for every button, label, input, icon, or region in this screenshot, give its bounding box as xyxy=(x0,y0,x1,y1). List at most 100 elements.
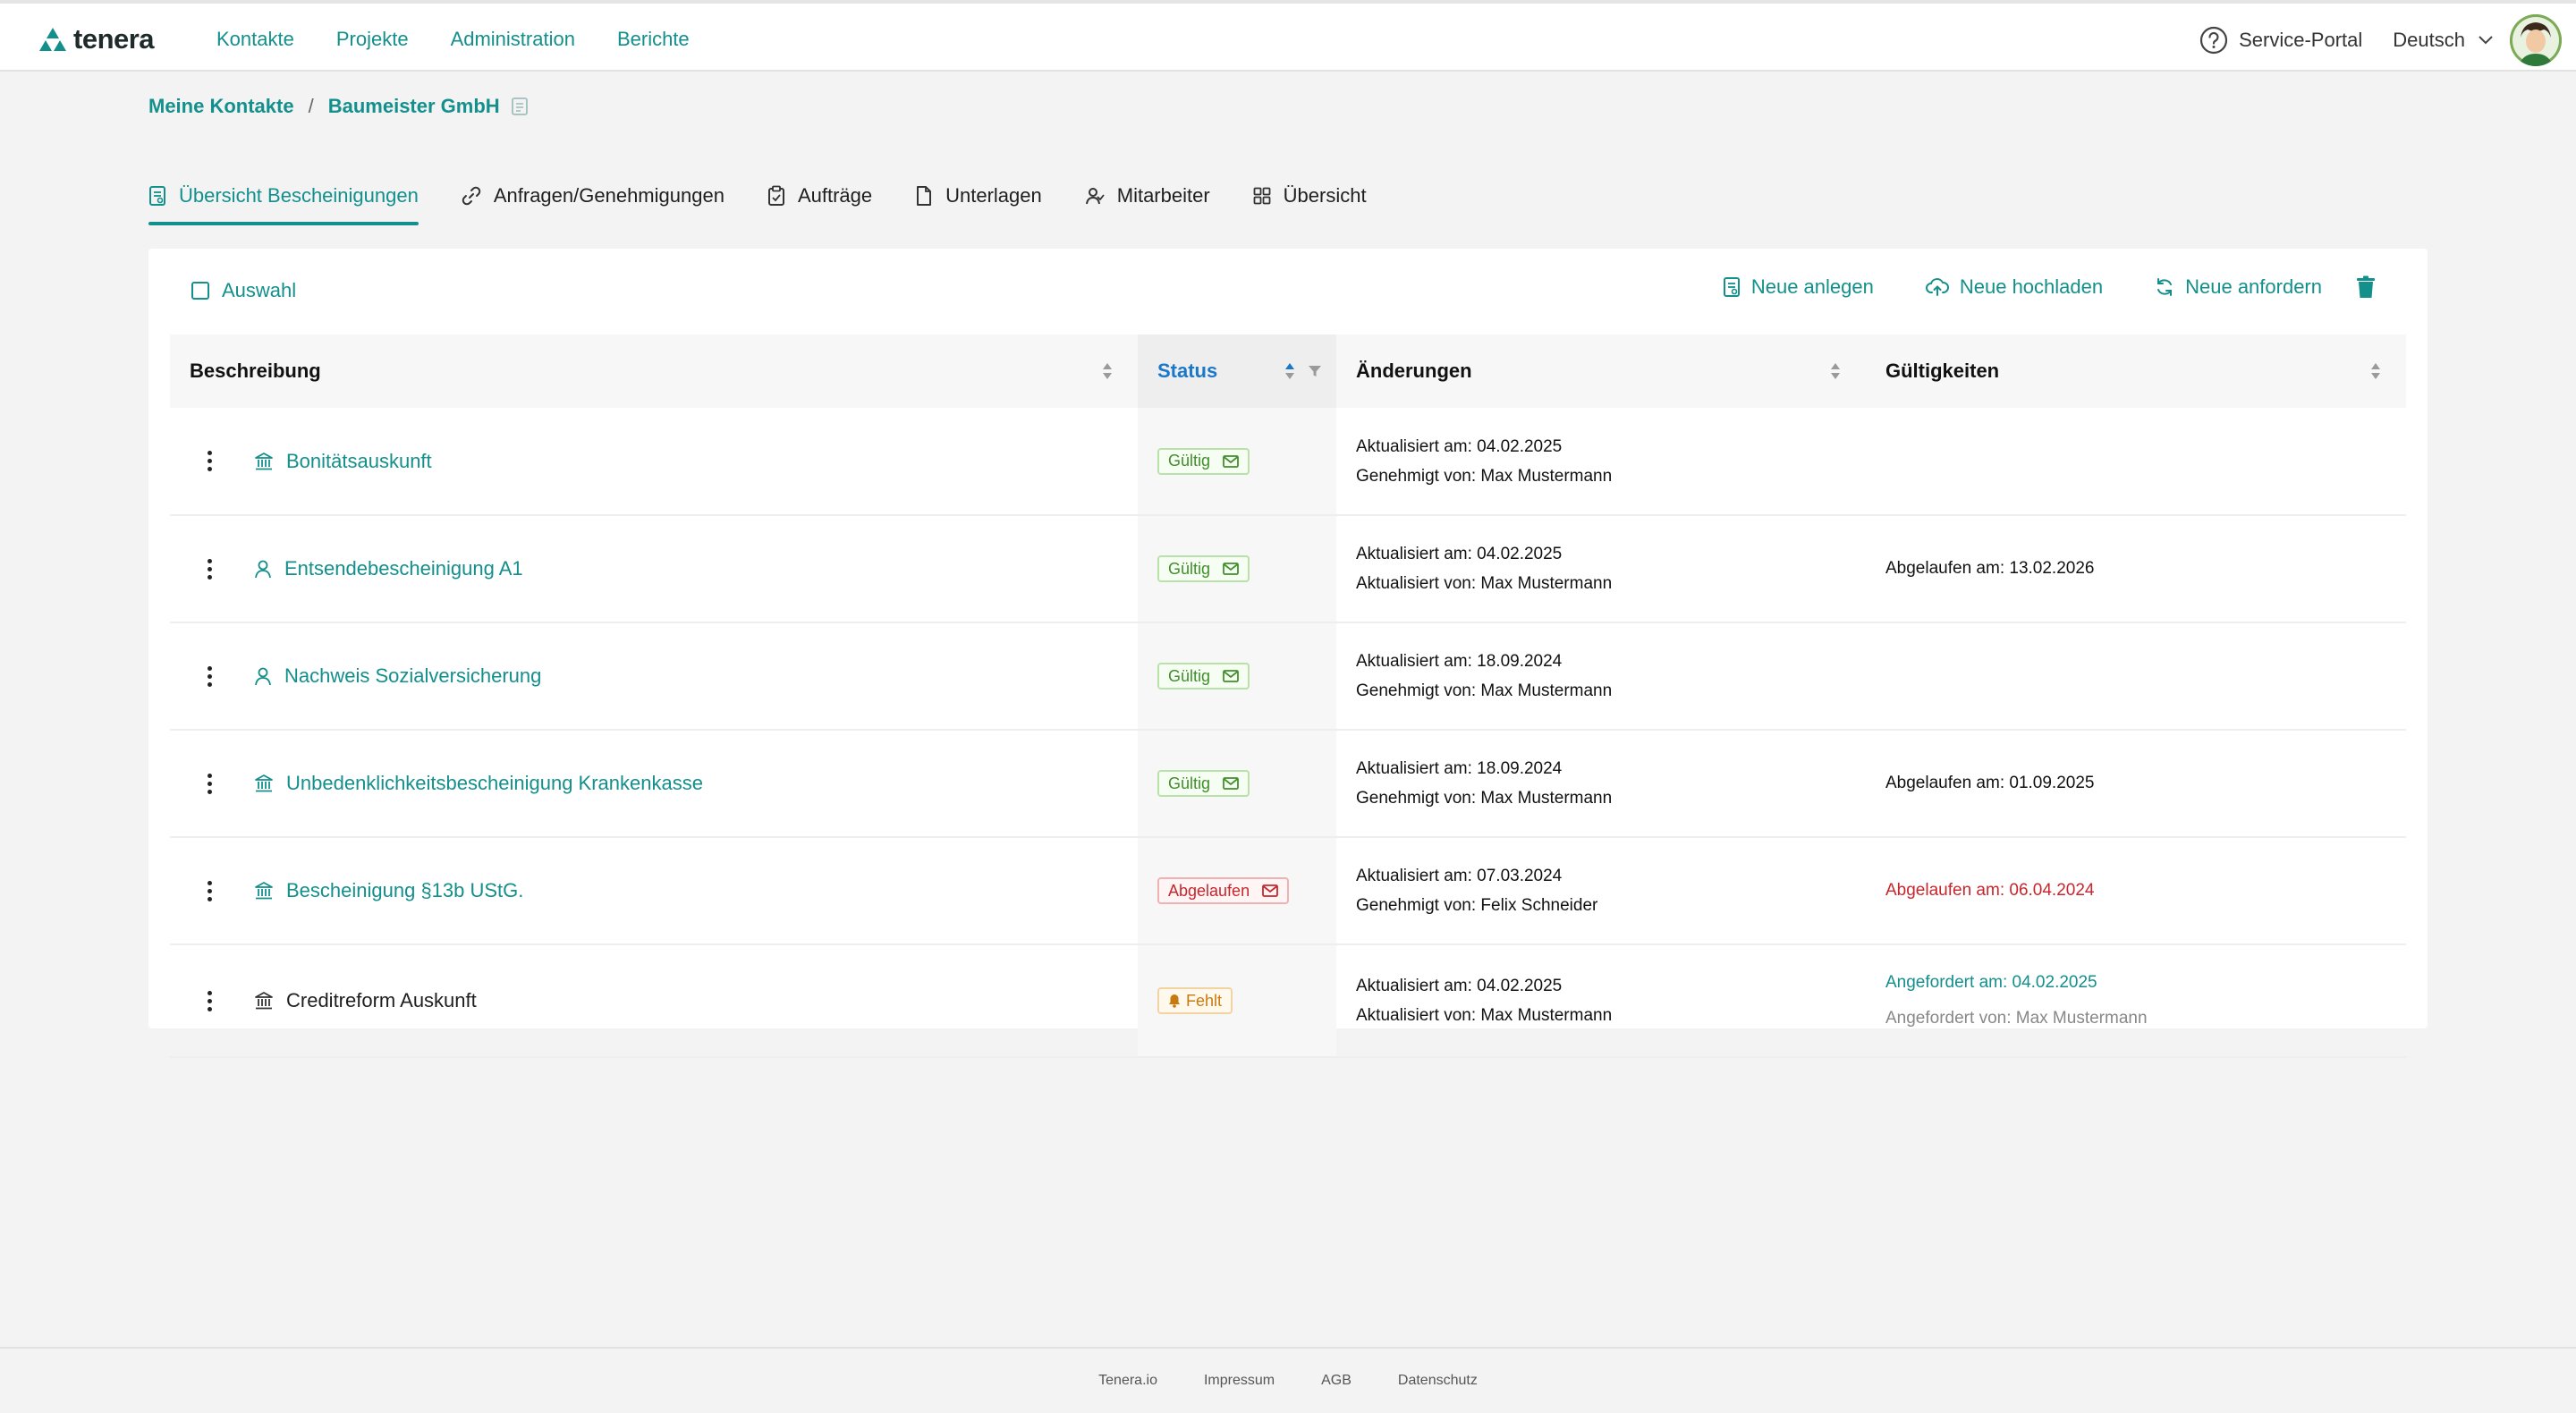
tab-auftraege[interactable]: Aufträge xyxy=(767,177,872,215)
cell-status: Gültig xyxy=(1138,730,1336,838)
status-badge: Abgelaufen xyxy=(1157,877,1290,904)
cell-changes: Aktualisiert am: 04.02.2025 Genehmigt von… xyxy=(1336,408,1866,516)
cell-changes: Aktualisiert am: 18.09.2024 Genehmigt von… xyxy=(1336,622,1866,731)
validity-line: Abgelaufen am: 01.09.2025 xyxy=(1885,774,2095,792)
row-menu-button[interactable] xyxy=(206,990,213,1011)
row-menu-button[interactable] xyxy=(206,880,213,901)
language-select[interactable]: Deutsch xyxy=(2393,29,2494,52)
footer-link-impressum[interactable]: Impressum xyxy=(1204,1373,1275,1389)
row-menu-button[interactable] xyxy=(206,451,213,471)
column-header-label: Status xyxy=(1157,360,1218,382)
nav-kontakte[interactable]: Kontakte xyxy=(216,23,294,55)
new-upload-button[interactable]: Neue hochladen xyxy=(1925,275,2104,299)
tab-uebersicht-bescheinigungen[interactable]: Übersicht Bescheinigungen xyxy=(148,177,419,225)
company-detail-icon[interactable] xyxy=(511,97,529,116)
toolbar-actions: Neue anlegen Neue hochladen Neue anforde… xyxy=(1671,275,2376,299)
cell-validity xyxy=(1866,408,2406,516)
table-row[interactable]: Entsendebescheinigung A1 Gültig Aktualisie… xyxy=(170,515,2406,623)
breadcrumb-current[interactable]: Baumeister GmbH xyxy=(328,95,500,118)
certificate-add-icon xyxy=(1723,277,1740,297)
user-avatar[interactable] xyxy=(2510,14,2562,66)
change-line: Aktualisiert am: 18.09.2024 xyxy=(1356,652,1563,671)
sort-icon[interactable] xyxy=(2370,361,2381,381)
tab-label: Mitarbeiter xyxy=(1116,184,1210,207)
trash-icon xyxy=(2357,275,2375,298)
nav-berichte[interactable]: Berichte xyxy=(617,23,690,55)
footer-link-agb[interactable]: AGB xyxy=(1321,1373,1352,1389)
certificate-link[interactable]: Unbedenklichkeitsbescheinigung Krankenka… xyxy=(286,772,703,795)
filter-icon[interactable] xyxy=(1308,364,1322,378)
row-menu-button[interactable] xyxy=(206,665,213,687)
change-line: Aktualisiert am: 04.02.2025 xyxy=(1356,436,1563,456)
new-request-label: Neue anfordern xyxy=(2185,275,2322,298)
certificate-link[interactable]: Nachweis Sozialversicherung xyxy=(284,664,541,688)
mail-icon[interactable] xyxy=(1223,777,1239,790)
chevron-down-icon xyxy=(2479,36,2493,45)
tab-label: Übersicht xyxy=(1283,184,1367,207)
nav-projekte[interactable]: Projekte xyxy=(336,23,409,55)
certificate-link[interactable]: Entsendebescheinigung A1 xyxy=(284,557,523,580)
row-menu-button[interactable] xyxy=(206,558,213,580)
certificate-link[interactable]: Bonitätsauskunft xyxy=(286,450,432,473)
cell-validity: Abgelaufen am: 06.04.2024 xyxy=(1866,837,2406,945)
validity-line: Abgelaufen am: 13.02.2026 xyxy=(1885,559,2095,578)
validity-line: Angefordert am: 04.02.2025 xyxy=(1885,973,2097,992)
table-row[interactable]: Bescheinigung §13b UStG. Abgelaufen Aktual… xyxy=(170,837,2406,945)
sort-icon[interactable] xyxy=(1102,361,1113,381)
table-row[interactable]: Bonitätsauskunft Gültig Aktualisiert am: 0… xyxy=(170,408,2406,516)
tenera-logo[interactable]: tenera xyxy=(39,23,155,55)
tab-anfragen-genehmigungen[interactable]: Anfragen/Genehmigungen xyxy=(462,177,724,215)
certificate-link[interactable]: Creditreform Auskunft xyxy=(286,989,477,1012)
refresh-icon xyxy=(2157,278,2173,296)
breadcrumb: Meine Kontakte / Baumeister GmbH xyxy=(148,95,529,118)
nav-administration[interactable]: Administration xyxy=(451,23,575,55)
new-create-button[interactable]: Neue anlegen xyxy=(1723,275,1874,299)
column-header-status[interactable]: Status xyxy=(1138,334,1336,408)
top-bar: tenera Kontakte Projekte Administration … xyxy=(0,0,2576,72)
footer-link-tenera[interactable]: Tenera.io xyxy=(1098,1373,1157,1389)
mail-icon[interactable] xyxy=(1223,454,1239,468)
certificate-link[interactable]: Bescheinigung §13b UStG. xyxy=(286,879,523,902)
table-row[interactable]: Nachweis Sozialversicherung Gültig Aktuali… xyxy=(170,622,2406,731)
footer-link-datenschutz[interactable]: Datenschutz xyxy=(1398,1373,1478,1389)
new-upload-label: Neue hochladen xyxy=(1959,275,2104,298)
mail-icon[interactable] xyxy=(1223,563,1239,575)
sort-active-icon[interactable] xyxy=(1284,361,1295,381)
document-icon xyxy=(917,186,932,206)
breadcrumb-root[interactable]: Meine Kontakte xyxy=(148,95,294,118)
column-header-beschreibung[interactable]: Beschreibung xyxy=(170,334,1138,408)
mail-icon[interactable] xyxy=(1223,670,1239,682)
validity-line: Abgelaufen am: 06.04.2024 xyxy=(1885,881,2095,900)
table-row[interactable]: Unbedenklichkeitsbescheinigung Krankenka… xyxy=(170,730,2406,838)
sort-icon[interactable] xyxy=(1830,361,1841,381)
status-badge: Fehlt xyxy=(1157,987,1233,1014)
cell-changes: Aktualisiert am: 18.09.2024 Genehmigt von… xyxy=(1336,730,1866,838)
select-all-checkbox[interactable] xyxy=(191,282,209,300)
mail-icon[interactable] xyxy=(1262,884,1278,897)
tab-label: Anfragen/Genehmigungen xyxy=(493,184,724,207)
tab-mitarbeiter[interactable]: Mitarbeiter xyxy=(1085,177,1210,215)
row-menu-button[interactable] xyxy=(206,773,213,794)
bank-icon xyxy=(255,992,273,1010)
cell-description: Bonitätsauskunft xyxy=(170,408,1138,516)
select-all-toggle[interactable]: Auswahl xyxy=(191,279,296,302)
new-request-button[interactable]: Neue anfordern xyxy=(2155,275,2322,299)
breadcrumb-separator: / xyxy=(308,95,314,117)
footer: Tenera.io Impressum AGB Datenschutz xyxy=(0,1347,2576,1413)
column-header-aenderungen[interactable]: Änderungen xyxy=(1336,334,1866,408)
tab-uebersicht[interactable]: Übersicht xyxy=(1253,177,1367,215)
change-line: Aktualisiert von: Max Mustermann xyxy=(1356,1006,1613,1025)
cell-changes: Aktualisiert am: 04.02.2025 Aktualisiert … xyxy=(1336,515,1866,623)
tab-label: Aufträge xyxy=(797,184,873,207)
column-header-gueltigkeiten[interactable]: Gültigkeiten xyxy=(1866,334,2406,408)
tab-unterlagen[interactable]: Unterlagen xyxy=(915,177,1042,215)
delete-button[interactable] xyxy=(2356,275,2376,299)
table-row[interactable]: Creditreform Auskunft Fehlt Aktualisiert a… xyxy=(170,944,2406,1058)
clipboard-icon xyxy=(767,185,784,206)
service-portal-link[interactable]: Service-Portal xyxy=(2199,26,2362,55)
validity-line: Angefordert von: Max Mustermann xyxy=(1885,1009,2148,1028)
change-line: Aktualisiert am: 04.02.2025 xyxy=(1356,545,1563,563)
service-portal-label: Service-Portal xyxy=(2239,29,2363,51)
cell-status: Gültig xyxy=(1138,408,1336,516)
help-circle-icon xyxy=(2200,26,2228,55)
